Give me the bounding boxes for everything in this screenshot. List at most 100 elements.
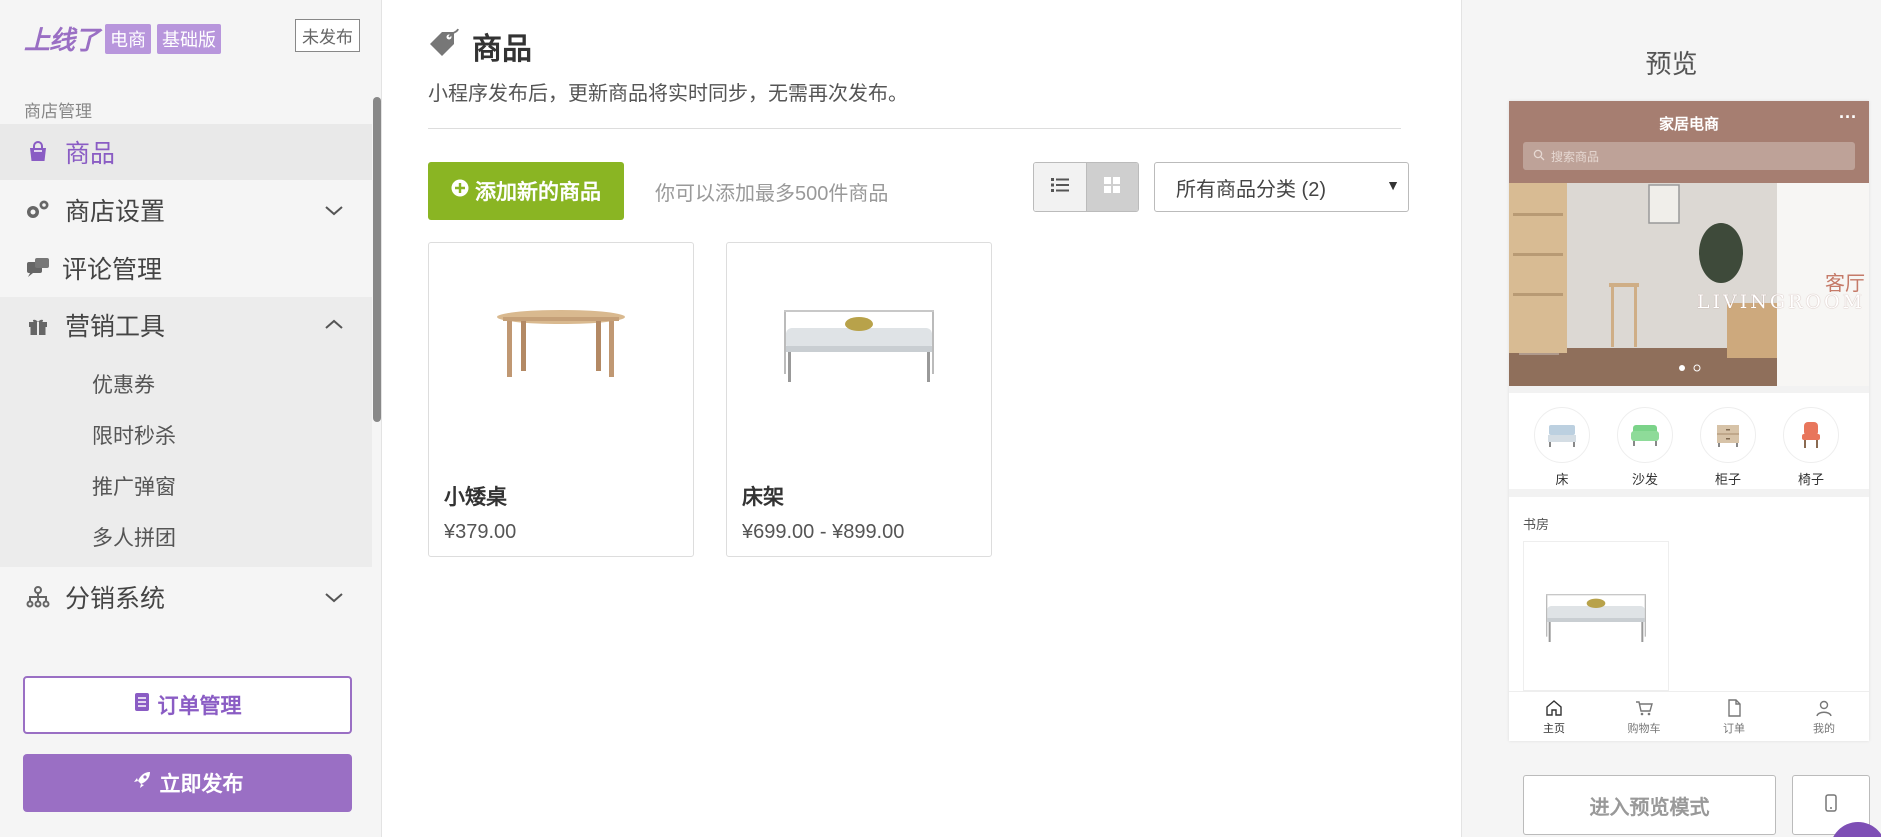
sidebar-subitem-flash-sale[interactable]: 限时秒杀: [92, 420, 176, 450]
order-management-label: 订单管理: [157, 695, 242, 718]
search-icon: [1533, 149, 1545, 164]
chevron-up-icon: [322, 313, 346, 337]
product-price: ¥699.00 - ¥899.00: [742, 521, 905, 543]
sidebar: 上线了 电商 基础版 未发布 商店管理 商品 商店设置 评论管理 营销工具 优惠…: [0, 0, 382, 837]
publish-now-label: 立即发布: [159, 773, 244, 796]
category-filter-value: 所有商品分类 (2): [1176, 178, 1326, 201]
tab-cart[interactable]: 购物车: [1599, 692, 1689, 741]
enter-preview-button[interactable]: 进入预览模式: [1523, 775, 1776, 835]
preview-title: 预览: [1645, 49, 1698, 79]
category-sofa[interactable]: 沙发: [1617, 407, 1673, 488]
phone-product-card[interactable]: [1523, 541, 1669, 691]
phone-tab-bar: 主页 购物车 订单 我的: [1509, 691, 1869, 741]
mobile-phone-icon: [1825, 793, 1837, 817]
list-icon: [1050, 177, 1069, 198]
category-chair[interactable]: 椅子: [1783, 407, 1839, 488]
category-label: 沙发: [1631, 472, 1658, 487]
page-title-text: 商品: [472, 33, 532, 66]
sidebar-item-label: 商品: [65, 140, 116, 168]
gift-icon: [24, 311, 52, 339]
grid-view-button[interactable]: [1086, 163, 1138, 211]
tab-label: 主页: [1543, 723, 1565, 735]
gears-icon: [24, 196, 52, 224]
sitemap-icon: [24, 583, 52, 611]
preview-panel: 预览 家居电商 ··· 搜索商品 客厅 LIVINGROOM 床 沙发 柜子 椅…: [1461, 0, 1881, 837]
phone-search-placeholder: 搜索商品: [1551, 149, 1600, 164]
sidebar-item-label: 商店设置: [65, 198, 166, 226]
sidebar-subitem-promo-popup[interactable]: 推广弹窗: [92, 471, 176, 501]
ecommerce-badge: 电商: [105, 23, 152, 54]
basic-plan-badge: 基础版: [157, 23, 222, 54]
chevron-down-icon: [322, 198, 346, 222]
tab-label: 订单: [1723, 723, 1745, 735]
sidebar-subitem-coupons[interactable]: 优惠券: [92, 369, 155, 399]
sidebar-item-store-settings[interactable]: 商店设置: [0, 182, 372, 238]
sofa-icon: [1617, 407, 1673, 463]
category-bed[interactable]: 床: [1534, 407, 1590, 488]
product-card[interactable]: 床架 ¥699.00 - ¥899.00: [726, 242, 992, 557]
cart-icon: [1636, 701, 1653, 716]
order-doc-icon: [1728, 699, 1741, 717]
phone-header: 家居电商 ··· 搜索商品: [1509, 101, 1869, 183]
rocket-icon: [132, 770, 152, 796]
chevron-down-icon: [322, 585, 346, 609]
phone-categories: 床 沙发 柜子 椅子: [1509, 393, 1869, 489]
product-price: ¥379.00: [444, 521, 517, 543]
publish-now-button[interactable]: 立即发布: [23, 754, 352, 812]
phone-preview: 家居电商 ··· 搜索商品 客厅 LIVINGROOM 床 沙发 柜子 椅子 书…: [1509, 101, 1869, 741]
category-label: 椅子: [1797, 472, 1824, 487]
brand: 上线了 电商 基础版: [24, 20, 222, 57]
home-icon: [1546, 700, 1562, 716]
price-tag-icon: [428, 26, 460, 66]
category-label: 柜子: [1714, 472, 1741, 487]
product-name: 床架: [742, 486, 784, 509]
category-label: 床: [1555, 472, 1569, 487]
section-label-study: 书房: [1523, 517, 1550, 532]
grid-icon: [1103, 176, 1121, 199]
page-title: 商品: [428, 24, 532, 68]
sidebar-item-label: 评论管理: [62, 256, 163, 284]
add-product-button[interactable]: 添加新的商品: [428, 162, 624, 220]
chair-icon: [1783, 407, 1839, 463]
marketing-group: 营销工具 优惠券 限时秒杀 推广弹窗 多人拼团: [0, 297, 372, 567]
phone-banner: 客厅 LIVINGROOM: [1509, 183, 1869, 386]
store-management-label: 商店管理: [24, 102, 92, 121]
brand-logo[interactable]: 上线了: [24, 20, 100, 57]
order-management-button[interactable]: 订单管理: [23, 676, 352, 734]
caret-down-icon: ▼: [1386, 177, 1400, 193]
bed-icon: [1534, 407, 1590, 463]
tab-me[interactable]: 我的: [1779, 692, 1869, 741]
add-product-label: 添加新的商品: [475, 181, 601, 204]
list-view-button[interactable]: [1034, 163, 1087, 211]
divider: [428, 128, 1401, 129]
sidebar-item-label: 分销系统: [65, 585, 166, 613]
tab-orders[interactable]: 订单: [1689, 692, 1779, 741]
comments-icon: [24, 254, 52, 282]
banner-title-en: LIVINGROOM: [1696, 291, 1865, 313]
product-image: [429, 243, 693, 443]
sidebar-subitem-group-buy[interactable]: 多人拼团: [92, 522, 176, 552]
main-content: 商品 小程序发布后，更新商品将实时同步，无需再次发布。 添加新的商品 你可以添加…: [383, 0, 1461, 837]
cabinet-icon: [1700, 407, 1756, 463]
sidebar-item-label: 营销工具: [65, 313, 166, 341]
sidebar-scrollbar[interactable]: [373, 97, 381, 422]
product-card[interactable]: 小矮桌 ¥379.00: [428, 242, 694, 557]
product-image: [727, 243, 991, 443]
sidebar-item-marketing[interactable]: 营销工具: [0, 297, 372, 353]
sidebar-item-reviews[interactable]: 评论管理: [0, 240, 372, 296]
document-icon: [134, 692, 150, 718]
more-icon: ···: [1839, 107, 1857, 127]
product-limit-text: 你可以添加最多500件商品: [655, 183, 889, 205]
unpublished-status-badge: 未发布: [295, 19, 360, 52]
user-icon: [1816, 700, 1832, 717]
plus-circle-icon: [451, 179, 469, 203]
tab-home[interactable]: 主页: [1509, 692, 1599, 741]
category-filter-select[interactable]: 所有商品分类 (2) ▼: [1154, 162, 1409, 212]
phone-search-bar: 搜索商品: [1523, 142, 1855, 170]
sidebar-item-distribution[interactable]: 分销系统: [0, 569, 372, 625]
separator: [1509, 489, 1869, 497]
category-cabinet[interactable]: 柜子: [1700, 407, 1756, 488]
tab-label: 购物车: [1627, 723, 1661, 735]
sidebar-item-products[interactable]: 商品: [0, 124, 372, 180]
page-subtitle: 小程序发布后，更新商品将实时同步，无需再次发布。: [428, 83, 908, 105]
